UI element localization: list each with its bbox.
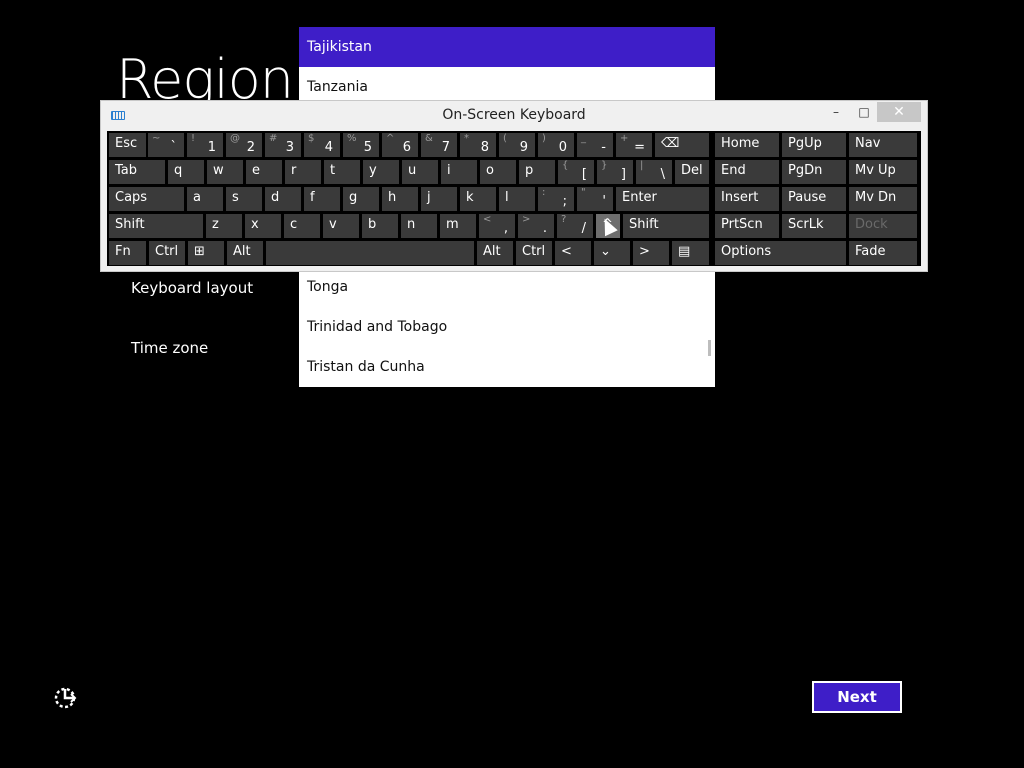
key-fn[interactable]: Fn [109, 241, 146, 265]
key->-.[interactable]: >. [518, 214, 554, 238]
key-n[interactable]: n [401, 214, 437, 238]
key-r[interactable]: r [285, 160, 321, 184]
key-s[interactable]: s [226, 187, 262, 211]
key-&-7[interactable]: & 7 [421, 133, 457, 157]
key-pgup[interactable]: PgUp [782, 133, 846, 157]
key-u[interactable]: u [402, 160, 438, 184]
osk-title: On-Screen Keyboard [442, 107, 586, 123]
key-*-8[interactable]: * 8 [460, 133, 496, 157]
key-e[interactable]: e [246, 160, 282, 184]
key-(-9[interactable]: (9 [499, 133, 535, 157]
key-mv-dn[interactable]: Mv Dn [849, 187, 917, 211]
keyboard-layout-label: Keyboard layout [131, 279, 254, 297]
key-caps[interactable]: Caps [109, 187, 184, 211]
key-q[interactable]: q [168, 160, 204, 184]
key-<-,[interactable]: <, [479, 214, 515, 238]
key-v[interactable]: v [323, 214, 359, 238]
next-button[interactable]: Next [812, 681, 902, 713]
key-#-3[interactable]: #3 [265, 133, 301, 157]
key-@-2[interactable]: @2 [226, 133, 262, 157]
key-t[interactable]: t [324, 160, 360, 184]
key-k[interactable]: k [460, 187, 496, 211]
key-options[interactable]: Options [715, 241, 846, 265]
key-▤[interactable]: ▤ [672, 241, 709, 265]
key-pause[interactable]: Pause [782, 187, 846, 211]
country-item[interactable]: Trinidad and Tobago [299, 307, 715, 347]
key-"-'[interactable]: " ' [577, 187, 613, 211]
key-pgdn[interactable]: PgDn [782, 160, 846, 184]
key-d[interactable]: d [265, 187, 301, 211]
key-z[interactable]: z [206, 214, 242, 238]
key-end[interactable]: End [715, 160, 779, 184]
osk-key-area: Esc ~ `! 1 @2 #3 $4% 5 ^ 6 & 7 * 8(9) 0 _ - + = ⌫ Tab q w e r t y u… [107, 131, 921, 266]
key-h[interactable]: h [382, 187, 418, 211]
key-shift[interactable]: Shift [623, 214, 709, 238]
key-dock: Dock [849, 214, 917, 238]
key-_--[interactable]: _ - [577, 133, 613, 157]
key-⌄[interactable]: ⌄ [594, 241, 630, 265]
ease-of-access-icon[interactable] [52, 684, 80, 712]
key-ctrl[interactable]: Ctrl [516, 241, 552, 265]
key-m[interactable]: m [440, 214, 476, 238]
key-shift[interactable]: Shift [109, 214, 203, 238]
key-space[interactable] [266, 241, 474, 265]
osk-titlebar[interactable]: On-Screen Keyboard – □ ✕ [101, 101, 927, 131]
key-^-6[interactable]: ^ 6 [382, 133, 418, 157]
key-g[interactable]: g [343, 187, 379, 211]
key-enter[interactable]: Enter [616, 187, 709, 211]
key->[interactable]: > [633, 241, 669, 265]
country-item-selected[interactable]: Tajikistan [299, 27, 715, 67]
key-del[interactable]: Del [675, 160, 709, 184]
time-zone-label: Time zone [131, 339, 209, 357]
key-w[interactable]: w [207, 160, 243, 184]
key-%-5[interactable]: % 5 [343, 133, 379, 157]
key-~-`[interactable]: ~ ` [148, 133, 184, 157]
key-l[interactable]: l [499, 187, 535, 211]
key-mv-up[interactable]: Mv Up [849, 160, 917, 184]
maximize-button[interactable]: □ [851, 102, 877, 122]
key-j[interactable]: j [421, 187, 457, 211]
key-insert[interactable]: Insert [715, 187, 779, 211]
key-⊞[interactable]: ⊞ [188, 241, 224, 265]
key-fade[interactable]: Fade [849, 241, 917, 265]
key-?-/[interactable]: ? / [557, 214, 593, 238]
key-!-1[interactable]: ! 1 [187, 133, 223, 157]
list-scrollbar[interactable] [708, 340, 711, 356]
key-i[interactable]: i [441, 160, 477, 184]
minimize-button[interactable]: – [823, 102, 849, 122]
key-<[interactable]: < [555, 241, 591, 265]
key-o[interactable]: o [480, 160, 516, 184]
country-item[interactable]: Tonga [299, 267, 715, 307]
key-prtscn[interactable]: PrtScn [715, 214, 779, 238]
key-home[interactable]: Home [715, 133, 779, 157]
key-c[interactable]: c [284, 214, 320, 238]
key-⌫[interactable]: ⌫ [655, 133, 709, 157]
country-item[interactable]: Tristan da Cunha [299, 347, 715, 387]
key-:-;[interactable]: :; [538, 187, 574, 211]
key-b[interactable]: b [362, 214, 398, 238]
key-x[interactable]: x [245, 214, 281, 238]
key-tab[interactable]: Tab [109, 160, 165, 184]
on-screen-keyboard-window: On-Screen Keyboard – □ ✕ Esc ~ `! 1 @2 #3 $4% 5… [100, 100, 928, 272]
key-esc[interactable]: Esc [109, 133, 146, 157]
key-scrlk[interactable]: ScrLk [782, 214, 846, 238]
key-f[interactable]: f [304, 187, 340, 211]
key-}-][interactable]: }] [597, 160, 633, 184]
key-$-4[interactable]: $4 [304, 133, 340, 157]
key-{-[[interactable]: {[ [558, 160, 594, 184]
key-ctrl[interactable]: Ctrl [149, 241, 185, 265]
key-y[interactable]: y [363, 160, 399, 184]
key-alt[interactable]: Alt [477, 241, 513, 265]
key-p[interactable]: p [519, 160, 555, 184]
key-nav[interactable]: Nav [849, 133, 917, 157]
close-button[interactable]: ✕ [877, 102, 921, 122]
key-)-0[interactable]: ) 0 [538, 133, 574, 157]
key-+-=[interactable]: + = [616, 133, 652, 157]
key-alt[interactable]: Alt [227, 241, 263, 265]
key-|-\[interactable]: | \ [636, 160, 672, 184]
key-a[interactable]: a [187, 187, 223, 211]
